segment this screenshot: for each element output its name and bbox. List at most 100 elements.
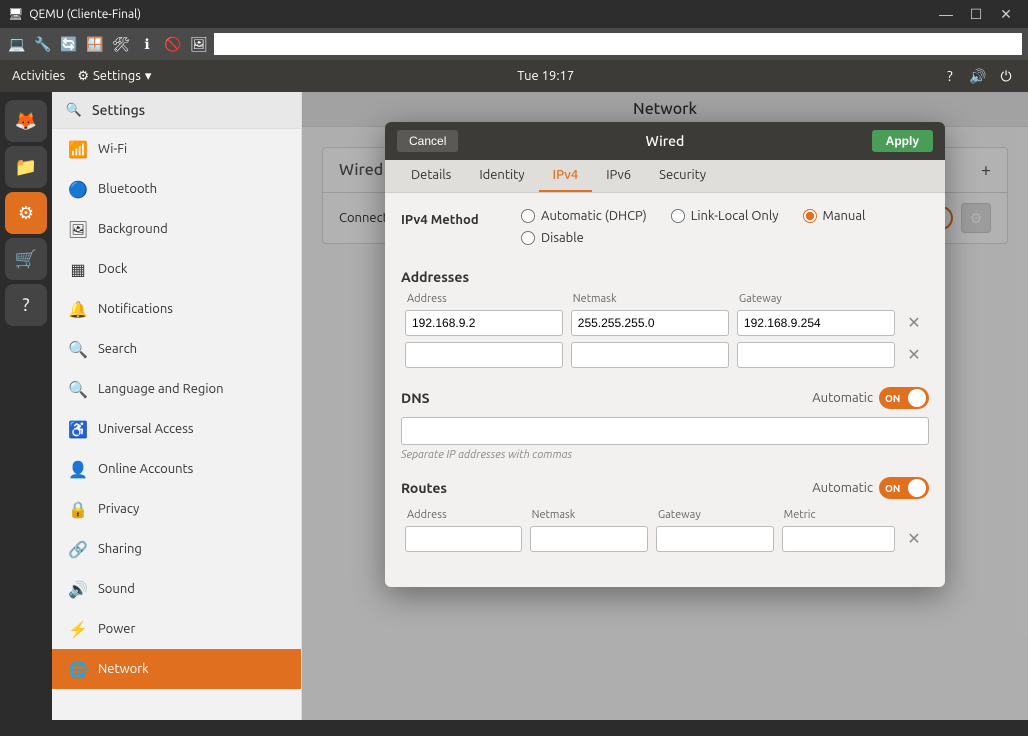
address-input-0[interactable] — [405, 310, 563, 336]
sidebar-label-universal: Universal Access — [98, 422, 193, 436]
routes-toggle[interactable]: ON — [879, 477, 929, 499]
sidebar-item-dock[interactable]: ▦ Dock — [52, 249, 301, 289]
sidebar-label-dock: Dock — [98, 262, 127, 276]
taskbar-icon-1[interactable]: 🔧 — [32, 33, 54, 55]
sound-icon[interactable]: 🔊 — [968, 66, 988, 86]
activities-button[interactable]: Activities — [12, 69, 65, 83]
addresses-table: Address Netmask Gateway — [401, 291, 929, 371]
settings-icon-bar[interactable]: ⚙ — [5, 192, 47, 234]
taskbar-icon-7[interactable]: 🖼 — [188, 33, 210, 55]
route-gateway-input-0[interactable] — [656, 526, 774, 552]
radio-link-local[interactable] — [671, 209, 685, 223]
route-netmask-input-0[interactable] — [530, 526, 648, 552]
route-row-0: ✕ — [401, 523, 929, 555]
appstore-icon[interactable]: 🛒 — [5, 238, 47, 280]
settings-menu[interactable]: ⚙ Settings ▾ — [77, 69, 151, 84]
close-button[interactable]: ✕ — [992, 3, 1020, 25]
routes-col-gateway: Gateway — [652, 507, 778, 523]
delete-row-1-button[interactable]: ✕ — [903, 344, 925, 366]
sidebar-title: Settings — [92, 102, 145, 118]
minimize-button[interactable]: — — [932, 3, 960, 25]
privacy-icon: 🔒 — [68, 499, 88, 519]
sidebar-item-privacy[interactable]: 🔒 Privacy — [52, 489, 301, 529]
dns-auto-group: Automatic ON — [812, 387, 929, 409]
sidebar-item-background[interactable]: 🖼 Background — [52, 209, 301, 249]
taskbar-icon-5[interactable]: ℹ — [136, 33, 158, 55]
sidebar-item-online[interactable]: 👤 Online Accounts — [52, 449, 301, 489]
delete-route-0-button[interactable]: ✕ — [903, 528, 925, 550]
radio-manual[interactable] — [803, 209, 817, 223]
taskbar-icon-0[interactable]: 💻 — [6, 33, 28, 55]
power-icon[interactable]: ⏻ — [996, 66, 1016, 86]
route-metric-input-0[interactable] — [782, 526, 895, 552]
sidebar-item-bluetooth[interactable]: 🔵 Bluetooth — [52, 169, 301, 209]
sidebar-item-search[interactable]: 🔍 Search — [52, 329, 301, 369]
netmask-input-1[interactable] — [571, 342, 729, 368]
dns-input[interactable] — [401, 417, 929, 445]
apply-button[interactable]: Apply — [872, 130, 933, 152]
routes-toggle-knob — [908, 479, 926, 497]
tab-ipv4[interactable]: IPv4 — [539, 160, 593, 192]
sidebar-label-bluetooth: Bluetooth — [98, 182, 157, 196]
dialog-tabs: Details Identity IPv4 IPv6 Security — [385, 160, 945, 193]
dns-hint: Separate IP addresses with commas — [401, 449, 929, 461]
dns-toggle[interactable]: ON — [879, 387, 929, 409]
notifications-icon: 🔔 — [68, 299, 88, 319]
tab-security[interactable]: Security — [645, 160, 720, 192]
method-link-local[interactable]: Link-Local Only — [671, 209, 779, 223]
sidebar-label-wifi: Wi-Fi — [98, 142, 127, 156]
routes-table: Address Netmask Gateway Metric — [401, 507, 929, 555]
files-icon[interactable]: 📁 — [5, 146, 47, 188]
sidebar-item-network[interactable]: 🌐 Network — [52, 649, 301, 689]
sidebar-label-network: Network — [98, 662, 149, 676]
topbar-left: Activities ⚙ Settings ▾ — [12, 69, 151, 84]
taskbar: 💻 🔧 🔄 🪟 🛠 ℹ 🚫 🖼 — [0, 28, 1028, 60]
sidebar-item-language[interactable]: 🔍 Language and Region — [52, 369, 301, 409]
radio-disable[interactable] — [521, 231, 535, 245]
route-address-input-0[interactable] — [405, 526, 522, 552]
taskbar-icon-2[interactable]: 🔄 — [58, 33, 80, 55]
sidebar-item-wifi[interactable]: 📶 Wi-Fi — [52, 129, 301, 169]
sidebar-item-sharing[interactable]: 🔗 Sharing — [52, 529, 301, 569]
method-manual[interactable]: Manual — [803, 209, 866, 223]
cancel-button[interactable]: Cancel — [397, 130, 458, 152]
tab-ipv6[interactable]: IPv6 — [592, 160, 645, 192]
taskbar-icon-3[interactable]: 🪟 — [84, 33, 106, 55]
dns-header: DNS Automatic ON — [401, 387, 929, 409]
sidebar-search-icon[interactable]: 🔍 — [64, 100, 84, 120]
help-bar-icon[interactable]: ? — [5, 284, 47, 326]
dialog-overlay: Cancel Wired Apply Details Identity IPv4 — [302, 92, 1028, 720]
address-row-1: ✕ — [401, 339, 929, 371]
sidebar-item-sound[interactable]: 🔊 Sound — [52, 569, 301, 609]
addresses-section: Addresses Address Netmask Gateway — [401, 269, 929, 371]
sidebar-item-power[interactable]: ⚡ Power — [52, 609, 301, 649]
qemu-icon: 🖥 — [8, 7, 23, 21]
dns-label: DNS — [401, 390, 430, 406]
routes-table-header: Address Netmask Gateway Metric — [401, 507, 929, 523]
sidebar-item-universal[interactable]: ♿ Universal Access — [52, 409, 301, 449]
maximize-button[interactable]: ☐ — [962, 3, 990, 25]
firefox-icon[interactable]: 🦊 — [5, 100, 47, 142]
taskbar-icon-6[interactable]: 🚫 — [162, 33, 184, 55]
topbar-right: ? 🔊 ⏻ — [940, 66, 1016, 86]
address-input-1[interactable] — [405, 342, 563, 368]
method-auto-dhcp[interactable]: Automatic (DHCP) — [521, 209, 647, 223]
tab-identity[interactable]: Identity — [465, 160, 538, 192]
address-bar[interactable] — [214, 33, 1022, 55]
sidebar-item-notifications[interactable]: 🔔 Notifications — [52, 289, 301, 329]
method-disable[interactable]: Disable — [521, 231, 584, 245]
gateway-input-1[interactable] — [737, 342, 895, 368]
help-icon[interactable]: ? — [940, 66, 960, 86]
address-row-0: ✕ — [401, 307, 929, 339]
delete-row-0-button[interactable]: ✕ — [903, 312, 925, 334]
netmask-input-0[interactable] — [571, 310, 729, 336]
routes-section: Routes Automatic ON — [401, 477, 929, 555]
taskbar-icon-4[interactable]: 🛠 — [110, 33, 132, 55]
routes-auto-group: Automatic ON — [812, 477, 929, 499]
routes-auto-label: Automatic — [812, 481, 873, 495]
gateway-input-0[interactable] — [737, 310, 895, 336]
tab-details[interactable]: Details — [397, 160, 465, 192]
radio-auto-dhcp[interactable] — [521, 209, 535, 223]
dialog-title: Wired — [458, 133, 871, 149]
sidebar-label-background: Background — [98, 222, 168, 236]
